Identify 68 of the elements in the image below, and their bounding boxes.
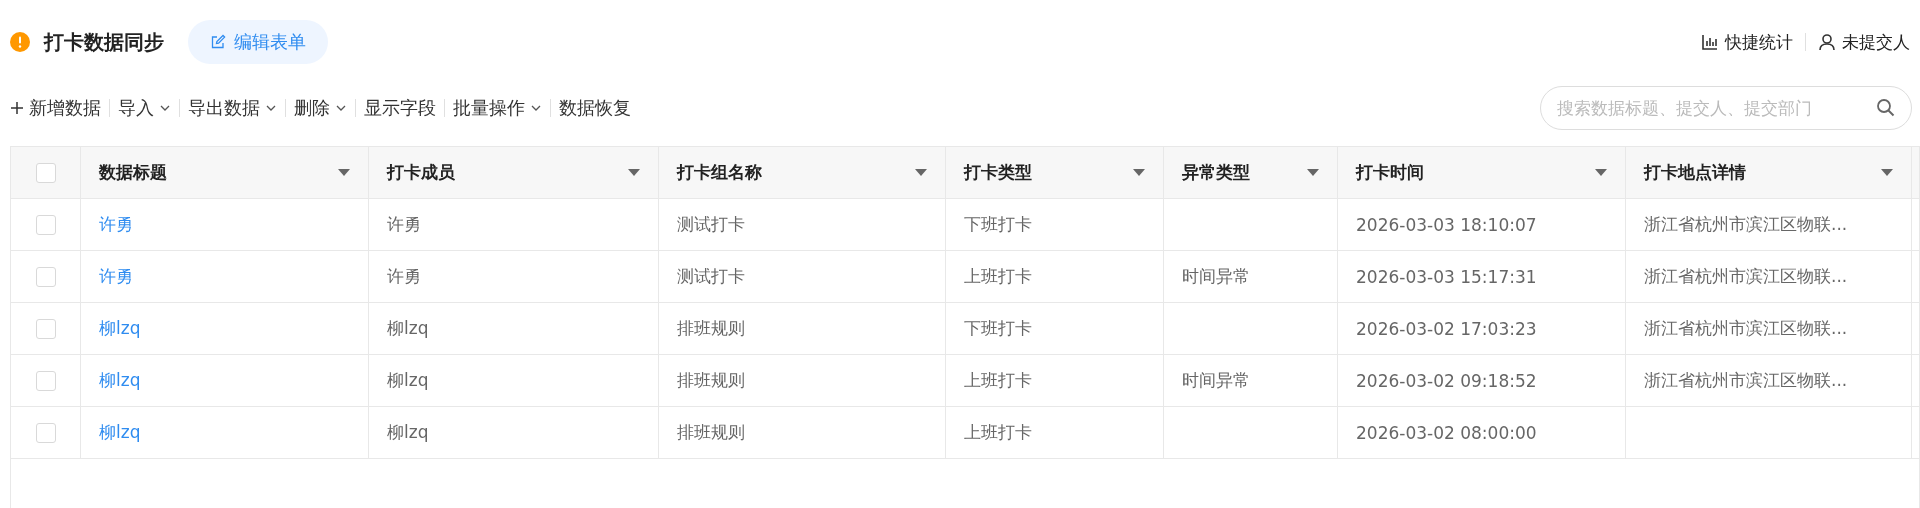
toolbar-button[interactable]: 删除 [294, 96, 347, 120]
record-title-link[interactable]: 许勇 [99, 265, 133, 288]
table-cell: 下班打卡 [964, 317, 1032, 340]
toolbar-button[interactable]: 新增数据 [10, 96, 101, 120]
table-cell: 浙江省杭州市滨江区物联... [1644, 369, 1848, 392]
row-checkbox[interactable] [35, 370, 56, 391]
row-checkbox[interactable] [35, 266, 56, 287]
record-title-link[interactable]: 柳lzq [99, 369, 141, 392]
column-header: 打卡地点详情 [1644, 161, 1746, 184]
column-header: 打卡成员 [387, 161, 455, 184]
table-cell: 下班打卡 [964, 213, 1032, 236]
toolbar-button[interactable]: 数据恢复 [559, 96, 631, 120]
table-cell: 时间异常 [1182, 265, 1250, 288]
sort-caret-icon[interactable] [1133, 168, 1145, 177]
column-header: 打卡时间 [1356, 161, 1424, 184]
toolbar-button[interactable]: 导入 [118, 96, 171, 120]
table-cell: 测试打卡 [677, 265, 745, 288]
table-cell: 许勇 [387, 265, 421, 288]
edit-icon [210, 34, 226, 50]
row-checkbox[interactable] [35, 422, 56, 443]
table-cell: 2026-03-02 08:00:00 [1356, 422, 1537, 443]
table-cell: 柳lzq [387, 317, 429, 340]
sort-caret-icon[interactable] [1881, 168, 1893, 177]
table-cell: 测试打卡 [677, 213, 745, 236]
table-cell: 浙江省杭州市滨江区物联... [1644, 213, 1848, 236]
row-checkbox[interactable] [35, 214, 56, 235]
table-cell: 浙江省杭州市滨江区物联... [1644, 265, 1848, 288]
record-title-link[interactable]: 柳lzq [99, 317, 141, 340]
select-all-checkbox[interactable] [35, 162, 56, 183]
sort-caret-icon[interactable] [1307, 168, 1319, 177]
person-icon [1818, 33, 1836, 51]
table-cell: 柳lzq [387, 421, 429, 444]
record-title-link[interactable]: 许勇 [99, 213, 133, 236]
page-title: 打卡数据同步 [44, 28, 164, 56]
table-cell: 浙江省杭州市滨江区物联... [1644, 317, 1848, 340]
table-cell: 排班规则 [677, 369, 745, 392]
sort-caret-icon[interactable] [338, 168, 350, 177]
search-icon[interactable] [1876, 98, 1896, 118]
sort-caret-icon[interactable] [628, 168, 640, 177]
bar-chart-icon [1701, 33, 1719, 51]
plus-icon [10, 101, 24, 115]
table-cell: 2026-03-03 18:10:07 [1356, 214, 1537, 235]
table-cell: 2026-03-02 09:18:52 [1356, 370, 1537, 391]
table-cell: 柳lzq [387, 369, 429, 392]
table-cell: 许勇 [387, 213, 421, 236]
column-header: 打卡组名称 [677, 161, 762, 184]
toolbar-button[interactable]: 批量操作 [453, 96, 542, 120]
table-cell: 上班打卡 [964, 369, 1032, 392]
table-cell: 时间异常 [1182, 369, 1250, 392]
table-cell: 2026-03-02 17:03:23 [1356, 318, 1537, 339]
table-cell: 上班打卡 [964, 265, 1032, 288]
sort-caret-icon[interactable] [1595, 168, 1607, 177]
table-cell: 排班规则 [677, 421, 745, 444]
toolbar-button[interactable]: 显示字段 [364, 96, 436, 120]
warning-icon [10, 32, 30, 52]
sort-caret-icon[interactable] [915, 168, 927, 177]
column-header: 打卡类型 [964, 161, 1032, 184]
header-action[interactable]: 未提交人 [1818, 30, 1910, 54]
toolbar-button[interactable]: 导出数据 [188, 96, 277, 120]
column-header: 异常类型 [1182, 161, 1250, 184]
row-checkbox[interactable] [35, 318, 56, 339]
table-cell: 2026-03-03 15:17:31 [1356, 266, 1537, 287]
table-cell: 排班规则 [677, 317, 745, 340]
search-field[interactable]: 搜索数据标题、提交人、提交部门 [1540, 86, 1912, 130]
record-title-link[interactable]: 柳lzq [99, 421, 141, 444]
header-action[interactable]: 快捷统计 [1701, 30, 1793, 54]
table-cell: 上班打卡 [964, 421, 1032, 444]
column-header: 数据标题 [99, 161, 167, 184]
